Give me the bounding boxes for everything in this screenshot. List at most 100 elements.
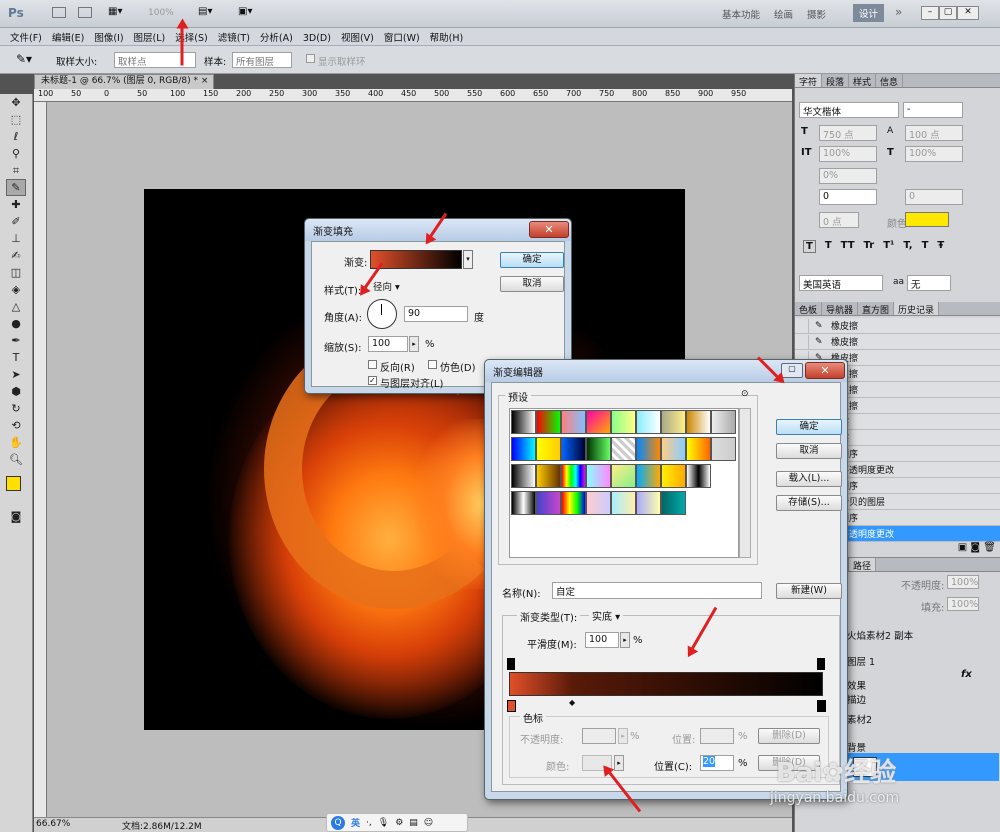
shape-tool-icon[interactable]: ⬢	[6, 383, 26, 400]
load-button[interactable]: 载入(L)...	[776, 471, 842, 487]
tracking-field[interactable]: 0	[905, 189, 963, 205]
scale-stepper-icon[interactable]: ▸	[409, 336, 419, 352]
preset-swatch[interactable]	[661, 491, 686, 515]
tab-histogram[interactable]: 直方图	[858, 302, 895, 316]
tab-close-icon[interactable]: ×	[201, 76, 209, 86]
gradient-fill-close-button[interactable]: ✕	[529, 221, 569, 238]
preset-swatch[interactable]	[536, 410, 561, 434]
3d-orbit-icon[interactable]: ⟲	[6, 417, 26, 434]
view-extras-icon[interactable]: ▦▾	[108, 6, 122, 17]
preset-swatch[interactable]	[711, 410, 736, 434]
menu-filter[interactable]: 滤镜(T)	[213, 28, 255, 46]
layer-item[interactable]: 素材2	[847, 712, 872, 726]
workspace-essentials[interactable]: 基本功能	[722, 7, 760, 21]
tab-paths[interactable]: 路径	[849, 558, 877, 572]
presets-menu-icon[interactable]: ⊙	[741, 389, 749, 399]
menu-layer[interactable]: 图层(L)	[129, 28, 171, 46]
faux-bold-button[interactable]: T	[803, 240, 816, 253]
preset-swatch[interactable]	[536, 437, 561, 461]
preset-swatch[interactable]	[511, 491, 536, 515]
workspace-painting[interactable]: 绘画	[774, 7, 793, 21]
leading-field[interactable]: 100 点	[905, 125, 963, 141]
history-brush-icon[interactable]: ✍	[6, 247, 26, 264]
tab-info[interactable]: 信息	[876, 74, 904, 88]
snapshot-icon[interactable]: ◙	[970, 542, 980, 553]
preset-swatch[interactable]	[711, 491, 736, 515]
delete-state-icon[interactable]: 🗑︎	[983, 542, 996, 553]
tab-character[interactable]: 字符	[795, 74, 823, 88]
small-caps-button[interactable]: Tr	[864, 240, 875, 253]
menu-help[interactable]: 帮助(H)	[425, 28, 469, 46]
underline-button[interactable]: T	[922, 240, 929, 253]
preset-scrollbar[interactable]	[739, 408, 751, 558]
all-caps-button[interactable]: TT	[841, 240, 855, 253]
preset-swatch[interactable]	[711, 464, 736, 488]
smoothness-field[interactable]: 100	[585, 632, 619, 648]
stop-opacity-stepper-icon[interactable]: ▸	[618, 728, 628, 744]
sample-size-select[interactable]: 取样点	[114, 52, 196, 68]
gradient-bar[interactable]	[509, 672, 823, 696]
ime-tools-icon[interactable]: ⚙	[395, 818, 403, 828]
stop-color-menu-icon[interactable]: ▸	[614, 755, 624, 771]
quick-mask-icon[interactable]: ◙	[6, 508, 26, 525]
subscript-button[interactable]: T,	[903, 240, 912, 253]
preset-swatch[interactable]	[636, 410, 661, 434]
baseline-shift-field[interactable]: 0 点	[819, 212, 859, 228]
preset-swatch[interactable]	[686, 437, 711, 461]
eyedropper-icon[interactable]: ✎▾	[16, 52, 32, 66]
brush-tool-icon[interactable]: ✐	[6, 213, 26, 230]
blur-tool-icon[interactable]: △	[6, 298, 26, 315]
gradient-dropdown-icon[interactable]: ▾	[463, 250, 473, 269]
layer-item[interactable]: 效果	[847, 678, 866, 692]
type-tool-icon[interactable]: T	[6, 349, 26, 366]
foreground-color-swatch[interactable]	[6, 476, 21, 491]
opacity-stop-right[interactable]	[817, 658, 825, 670]
ime-clip-icon[interactable]: ▤	[409, 818, 418, 828]
angle-dial[interactable]	[367, 299, 397, 329]
preset-swatch[interactable]	[536, 464, 561, 488]
lasso-tool-icon[interactable]: ℓ	[6, 128, 26, 145]
ime-skin-icon[interactable]: ☺	[424, 818, 433, 828]
angle-field[interactable]: 90	[404, 306, 468, 322]
bridge-icon[interactable]	[52, 7, 66, 18]
layer-item[interactable]: 火焰素材2 副本	[847, 628, 913, 642]
menu-file[interactable]: 文件(F)	[5, 28, 47, 46]
preset-swatch[interactable]	[611, 410, 636, 434]
strikethrough-button[interactable]: Ŧ	[937, 240, 944, 253]
maximize-icon[interactable]: ▢	[939, 6, 957, 20]
gradient-editor-cancel-button[interactable]: 取消	[776, 443, 842, 459]
gradient-picker[interactable]	[370, 250, 462, 269]
tab-paragraph[interactable]: 段落	[822, 74, 850, 88]
quick-select-tool-icon[interactable]: ⚲	[6, 145, 26, 162]
preset-swatch[interactable]	[511, 437, 536, 461]
menu-analysis[interactable]: 分析(A)	[255, 28, 298, 46]
language-select[interactable]: 美国英语	[799, 275, 883, 291]
preset-swatch[interactable]	[561, 491, 586, 515]
gradient-editor-close-button[interactable]: ✕	[805, 362, 845, 379]
move-tool-icon[interactable]: ✥	[6, 94, 26, 111]
ime-logo-icon[interactable]: Q	[331, 815, 345, 830]
tab-styles[interactable]: 样式	[849, 74, 877, 88]
stop-location-field[interactable]	[700, 728, 734, 744]
preset-swatch[interactable]	[661, 437, 686, 461]
stamp-tool-icon[interactable]: ⊥	[6, 230, 26, 247]
tab-swatches[interactable]: 色板	[795, 302, 823, 316]
style-select[interactable]: 径向 ▾	[370, 278, 422, 294]
tab-navigator[interactable]: 导航器	[822, 302, 859, 316]
color-location-field[interactable]: 20	[700, 755, 734, 771]
opacity-stop-left[interactable]	[507, 658, 515, 670]
menu-view[interactable]: 视图(V)	[336, 28, 379, 46]
preset-swatch[interactable]	[586, 410, 611, 434]
3d-rotate-icon[interactable]: ↻	[6, 400, 26, 417]
preset-swatch[interactable]	[661, 464, 686, 488]
faux-italic-button[interactable]: T	[825, 240, 832, 253]
hand-tool-icon[interactable]: ✋	[6, 434, 26, 451]
horizontal-scale-field[interactable]: 100%	[905, 146, 963, 162]
align-checkbox[interactable]: ✓	[368, 376, 377, 385]
kerning-field[interactable]: 0	[819, 189, 877, 205]
preset-swatch[interactable]	[686, 491, 711, 515]
gradient-editor-ok-button[interactable]: 确定	[776, 419, 842, 435]
close-icon[interactable]: ✕	[957, 6, 979, 20]
menu-select[interactable]: 选择(S)	[170, 28, 212, 46]
save-button[interactable]: 存储(S)...	[776, 495, 842, 511]
